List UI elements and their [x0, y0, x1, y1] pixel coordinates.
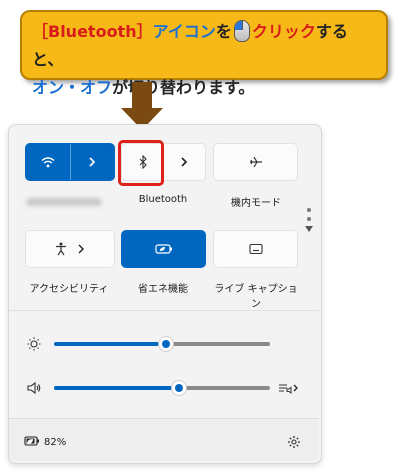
brightness-icon: [27, 337, 41, 351]
accessibility-tile[interactable]: [25, 230, 115, 268]
airplane-mode-label: 機内モード: [231, 198, 281, 209]
live-caption-icon: [248, 243, 263, 255]
callout-onoff-text: オン・オフ: [32, 78, 113, 97]
bluetooth-expand-button[interactable]: [164, 144, 206, 180]
wifi-tile[interactable]: [25, 143, 115, 181]
page-dot[interactable]: [307, 208, 311, 212]
battery-percentage: 82%: [44, 437, 67, 448]
bluetooth-label: Bluetooth: [138, 194, 188, 205]
chevron-right-icon: [181, 157, 188, 167]
page-dot[interactable]: [307, 217, 311, 221]
instruction-callout: ［Bluetooth］アイコンを クリックすると、 オン・オフが切り替わります。: [20, 10, 388, 97]
page-indicator[interactable]: [305, 208, 313, 232]
airplane-mode-tile[interactable]: [213, 143, 298, 181]
section-divider: [9, 310, 319, 311]
callout-icon-text: アイコン: [152, 22, 216, 41]
bluetooth-highlight-box: [118, 140, 164, 186]
battery-saver-label: 省エネ機能: [138, 284, 188, 295]
battery-icon[interactable]: [24, 434, 40, 448]
battery-saver-tile[interactable]: [121, 230, 206, 268]
callout-particle: を: [215, 22, 232, 41]
brightness-slider-fill: [54, 342, 167, 346]
audio-output-button[interactable]: [278, 380, 302, 396]
wifi-toggle[interactable]: [26, 144, 70, 180]
callout-bluetooth-text: ［Bluetooth］: [32, 22, 153, 41]
gear-icon[interactable]: [287, 435, 301, 449]
chevron-right-icon: [89, 157, 96, 167]
volume-slider-fill: [54, 386, 180, 390]
chevron-right-icon: [293, 384, 298, 392]
live-caption-label: ライブ キャプション: [214, 284, 298, 310]
callout-click-text: クリック: [251, 22, 316, 41]
audio-output-icon: [279, 384, 292, 394]
mouse-icon: [233, 20, 250, 42]
battery-saver-icon: [154, 244, 172, 254]
accessibility-label: アクセシビリティ: [29, 284, 109, 295]
wifi-expand-button[interactable]: [70, 144, 114, 180]
chevron-down-icon[interactable]: [305, 226, 313, 232]
wifi-network-label: [26, 198, 102, 206]
airplane-icon: [249, 156, 262, 168]
wifi-icon: [41, 157, 55, 168]
chevron-right-icon: [78, 244, 84, 254]
volume-icon[interactable]: [26, 380, 42, 396]
live-caption-tile[interactable]: [213, 230, 298, 268]
accessibility-icon: [56, 242, 66, 256]
